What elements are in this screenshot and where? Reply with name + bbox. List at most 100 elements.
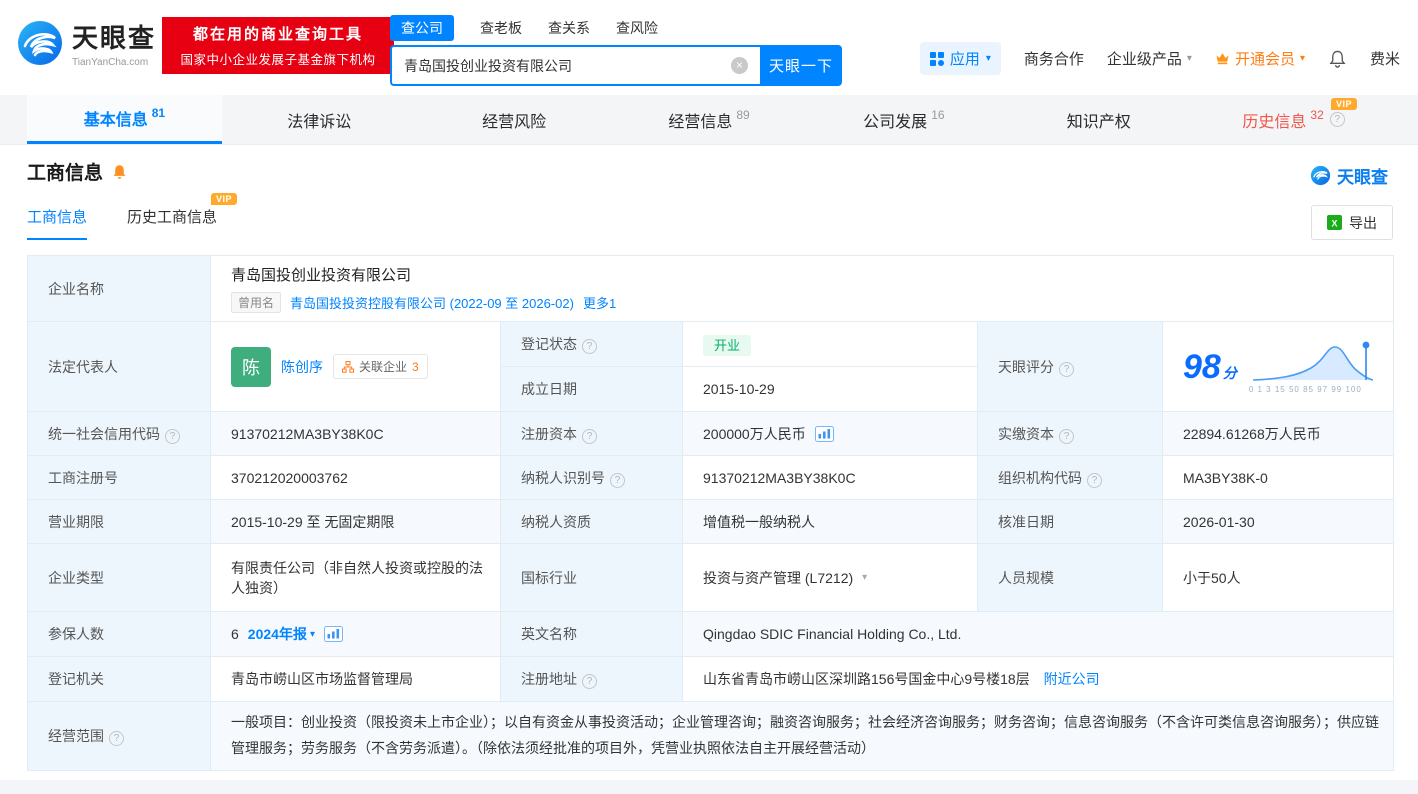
nav-open-membership[interactable]: 开通会员 ▾ — [1215, 48, 1305, 69]
established-label: 成立日期 — [500, 366, 683, 412]
search-button[interactable]: 天眼一下 — [760, 45, 842, 86]
promo-banner: 都在用的商业查询工具 国家中小企业发展子基金旗下机构 — [162, 17, 394, 74]
row-company-type: 企业类型 有限责任公司（非自然人投资或控股的法人独资） 国标行业 投资与资产管理… — [27, 543, 1395, 612]
help-icon[interactable]: ? — [582, 339, 597, 354]
insured-label: 参保人数 — [27, 611, 211, 657]
annual-report-link[interactable]: 2024年报 ▾ — [248, 624, 315, 644]
bell-curve-icon — [1252, 341, 1374, 381]
nav-enterprise[interactable]: 企业级产品 ▾ — [1107, 48, 1192, 69]
vip-badge: VIP — [211, 193, 238, 205]
subtab-history-business-info[interactable]: VIP 历史工商信息 — [127, 193, 238, 238]
tianyancha-logo[interactable]: 天眼查 TianYanCha.com — [16, 18, 156, 68]
former-name-link[interactable]: 青岛国投投资控股有限公司 (2022-09 至 2026-02) — [290, 293, 574, 312]
row-reg-no: 工商注册号 370212020003762 纳税人识别号? 91370212MA… — [27, 455, 1395, 500]
tab-history-info[interactable]: VIP 历史信息 32 ? — [1196, 95, 1391, 144]
related-label: 关联企业 — [359, 360, 408, 374]
banner-line2: 国家中小企业发展子基金旗下机构 — [180, 53, 376, 67]
industry-cell: 投资与资产管理 (L7212) ▾ — [682, 543, 978, 612]
search-tab-company[interactable]: 查公司 — [390, 15, 454, 41]
top-nav: 应用 ▾ 商务合作 企业级产品 ▾ 开通会员 ▾ 费米 — [919, 42, 1400, 75]
row-insured: 参保人数 6 2024年报 ▾ 英文名称 Qingdao SDIC Financ… — [27, 611, 1395, 657]
legal-rep-avatar[interactable]: 陈 — [231, 346, 271, 387]
export-button[interactable]: X 导出 — [1311, 205, 1393, 240]
row-authority: 登记机关 青岛市崂山区市场监督管理局 注册地址? 山东省青岛市崂山区深圳路156… — [27, 656, 1395, 702]
address-value: 山东省青岛市崂山区深圳路156号国金中心9号楼18层 — [703, 671, 1030, 687]
tab-count: 32 — [1310, 107, 1324, 122]
search-tab-risk[interactable]: 查风险 — [616, 18, 658, 38]
en-name-label: 英文名称 — [500, 611, 683, 657]
search-tab-relation[interactable]: 查关系 — [548, 18, 590, 38]
help-icon[interactable]: ? — [1059, 361, 1074, 377]
help-icon[interactable]: ? — [1087, 472, 1102, 488]
chevron-down-icon: ▾ — [985, 53, 991, 64]
chevron-down-icon: ▾ — [1299, 53, 1305, 64]
enterprise-label: 企业级产品 — [1106, 51, 1182, 68]
nav-cooperation[interactable]: 商务合作 — [1024, 48, 1084, 69]
tab-operational-risk[interactable]: 经营风险 — [417, 95, 612, 144]
company-name-cell: 青岛国投创业投资有限公司 曾用名 青岛国投投资控股有限公司 (2022-09 至… — [209, 255, 1395, 322]
tab-company-development[interactable]: 公司发展 16 — [806, 95, 1001, 144]
authority-label: 登记机关 — [27, 656, 211, 702]
row-company-name: 企业名称 青岛国投创业投资有限公司 曾用名 青岛国投投资控股有限公司 (2022… — [27, 255, 1395, 322]
tax-type-value: 增值税一般纳税人 — [682, 499, 978, 544]
export-label: 导出 — [1349, 214, 1377, 231]
address-cell: 山东省青岛市崂山区深圳路156号国金中心9号楼18层 附近公司 — [681, 656, 1395, 702]
clear-icon[interactable]: × — [731, 57, 748, 74]
insured-cell: 6 2024年报 ▾ — [210, 611, 501, 657]
search-tab-boss[interactable]: 查老板 — [480, 18, 522, 38]
label-text: 注册地址 — [521, 671, 577, 687]
search-area: 查公司 查老板 查关系 查风险 × 天眼一下 — [390, 15, 842, 86]
industry-label: 国标行业 — [500, 543, 683, 612]
help-icon[interactable]: ? — [1329, 112, 1345, 127]
score-cell: 98 分 0 1 3 15 50 85 97 99 100 — [1161, 321, 1395, 412]
address-label: 注册地址? — [500, 656, 683, 702]
apps-menu[interactable]: 应用 ▾ — [919, 42, 1001, 75]
chevron-down-icon: ▾ — [1186, 53, 1192, 64]
tab-legal-litigation[interactable]: 法律诉讼 — [222, 95, 417, 144]
tab-business-info[interactable]: 经营信息 89 — [612, 95, 807, 144]
search-tabs: 查公司 查老板 查关系 查风险 — [390, 15, 842, 41]
business-info-table: 企业名称 青岛国投创业投资有限公司 曾用名 青岛国投投资控股有限公司 (2022… — [27, 255, 1395, 771]
legal-rep-link[interactable]: 陈创序 — [281, 357, 323, 377]
legal-rep-label: 法定代表人 — [27, 321, 211, 412]
banner-line1: 都在用的商业查询工具 — [192, 26, 363, 43]
scope-label: 经营范围? — [27, 701, 211, 771]
tab-intellectual-property[interactable]: 知识产权 — [1001, 95, 1196, 144]
score-axis-labels: 0 1 3 15 50 85 97 99 100 — [1248, 384, 1362, 394]
bell-icon[interactable] — [1328, 49, 1347, 69]
row-legal-rep-status: 法定代表人 陈 陈创序 关联企业 3 登记状态 ? 开业 天眼评分 ? 98 分… — [27, 321, 1395, 412]
related-company-badge[interactable]: 关联企业 3 — [333, 354, 428, 379]
status-badge: 开业 — [703, 334, 752, 356]
company-name-label: 企业名称 — [27, 255, 211, 322]
score-value: 98 — [1183, 347, 1221, 386]
tab-count: 16 — [931, 107, 945, 122]
search-input[interactable] — [390, 45, 760, 86]
tab-basic-info[interactable]: 基本信息 81 — [27, 95, 222, 144]
help-icon[interactable]: ? — [1059, 428, 1074, 444]
subtab-business-info[interactable]: 工商信息 — [27, 206, 88, 240]
related-count: 3 — [412, 359, 419, 374]
legal-rep-cell: 陈 陈创序 关联企业 3 — [210, 321, 501, 412]
help-icon[interactable]: ? — [165, 428, 180, 444]
chevron-down-icon[interactable]: ▾ — [862, 572, 867, 583]
help-icon[interactable]: ? — [582, 674, 597, 689]
logo-text: 天眼查 — [72, 23, 157, 53]
credit-code-label: 统一社会信用代码? — [27, 411, 211, 456]
help-icon[interactable]: ? — [610, 472, 625, 488]
watermark-brand: 天眼查 — [1310, 163, 1388, 188]
insured-trend-icon[interactable] — [323, 626, 343, 642]
more-link[interactable]: 更多1 — [583, 293, 616, 312]
help-icon[interactable]: ? — [109, 730, 124, 746]
notification-bell-icon[interactable] — [111, 163, 128, 181]
staff-size-value: 小于50人 — [1161, 543, 1395, 612]
user-name[interactable]: 费米 — [1370, 48, 1400, 69]
label-text: 注册资本 — [521, 425, 577, 442]
score-curve-chart: 0 1 3 15 50 85 97 99 100 — [1249, 340, 1377, 394]
capital-change-icon[interactable] — [814, 425, 834, 442]
logo-domain: TianYanCha.com — [72, 57, 149, 68]
help-icon[interactable]: ? — [582, 428, 597, 444]
company-type-label: 企业类型 — [27, 543, 211, 612]
en-name-value: Qingdao SDIC Financial Holding Co., Ltd. — [681, 611, 1395, 657]
nearby-companies-link[interactable]: 附近公司 — [1044, 671, 1100, 687]
org-code-label: 组织机构代码? — [977, 455, 1163, 500]
